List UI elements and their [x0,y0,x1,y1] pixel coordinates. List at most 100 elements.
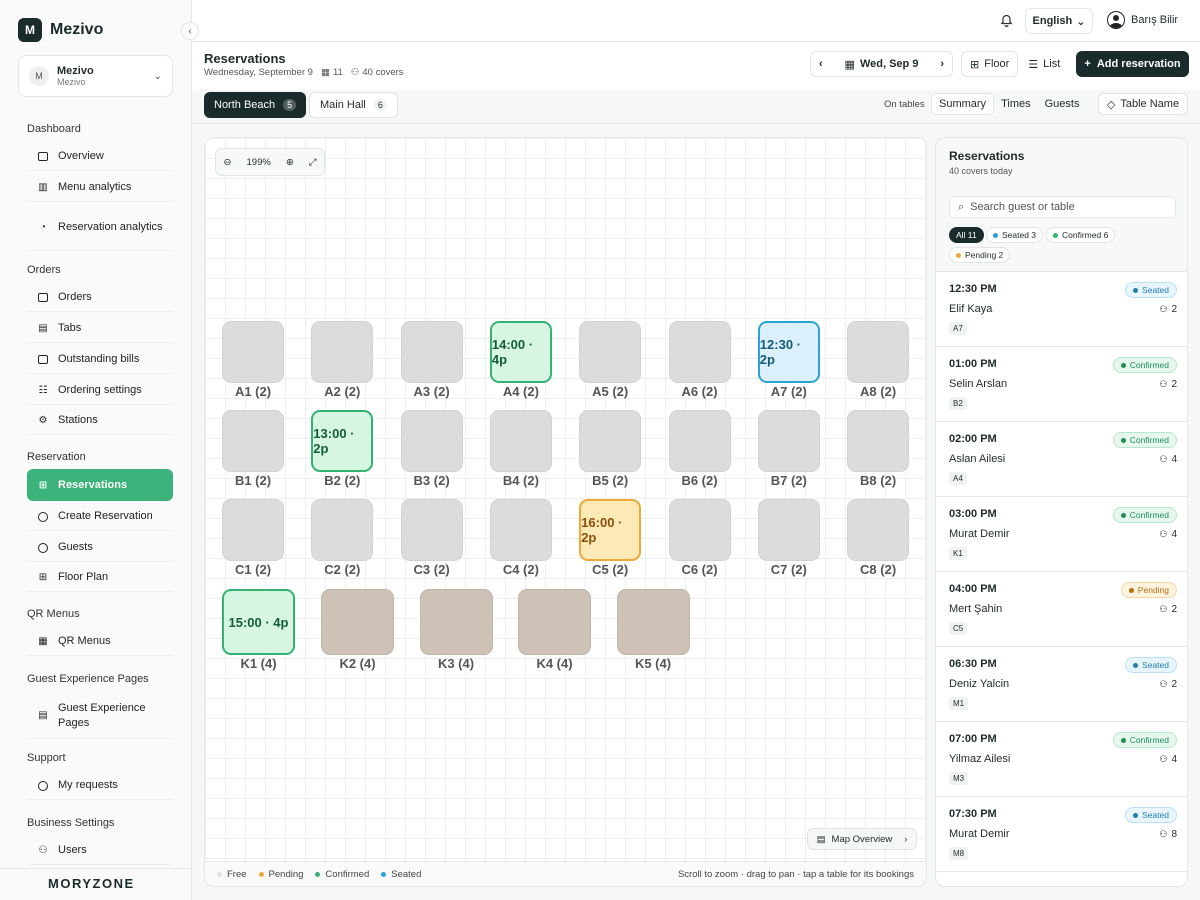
table-a4[interactable]: 14:00 · 4p [489,321,552,383]
nav-icon: ⊞ [38,479,48,491]
map-overview-button[interactable]: ▤ Map Overview › [807,828,917,850]
sidebar: M Mezivo M Mezivo Mezivo ⌄ Dashboard Over… [0,0,192,900]
table-c2[interactable] [311,499,374,561]
table-c7[interactable] [757,499,820,561]
people-icon: ⚇ [350,67,360,78]
table-k3[interactable] [419,589,493,655]
table-b2[interactable]: 13:00 · 2p [311,410,374,472]
mode-times-button[interactable]: Times [994,93,1038,115]
brand[interactable]: M Mezivo [18,18,103,42]
zoom-out-icon[interactable]: ⊖ [224,157,232,168]
tab-label: Main Hall [320,99,366,111]
table-k2[interactable] [321,589,394,655]
table-a8[interactable] [847,321,910,383]
table-booking-text: 12:30 · 2p [759,337,801,367]
filter-chip[interactable]: Confirmed 6 [1046,227,1116,243]
sidebar-item-reservations[interactable]: ⊞ Reservations [27,469,173,501]
zoom-in-icon[interactable]: ⊕ [286,157,294,168]
table-a2[interactable] [311,321,374,383]
table-c5[interactable]: 16:00 · 2p [579,499,642,561]
tab-main-hall[interactable]: Main Hall 6 [309,92,398,118]
sidebar-item-floor-plan[interactable]: ⊞ Floor Plan [27,564,173,592]
reservation-card[interactable]: 03:00 PM Murat Demir K1 Confirmed ⚇ 4 [936,497,1187,572]
panel-subtitle: 40 covers today [949,166,1013,176]
reservation-card[interactable]: 07:30 PM Murat Demir M8 Seated ⚇ 8 [936,797,1187,872]
table-b1[interactable] [222,410,284,472]
sidebar-item-reservation-analytics[interactable]: ◔ Reservation analytics [27,205,173,251]
sidebar-item-ordering-settings[interactable]: ☷ Ordering settings [27,377,173,405]
search-input[interactable]: ⌕ Search guest or table [949,196,1176,218]
reservation-guest: Mert Şahin [949,603,1003,615]
chevron-left-icon[interactable]: ‹ [819,58,823,70]
table-c1[interactable] [222,499,284,561]
sidebar-item-outstanding-bills[interactable]: Outstanding bills [27,346,173,374]
search-placeholder: Search guest or table [970,201,1075,213]
table-a3[interactable] [400,321,463,383]
table-a5[interactable] [579,321,642,383]
legend-label: Free [227,869,247,880]
floor-canvas[interactable]: ⊖ 199% ⊕ ⤢ A1 (2) A2 (2) A3 (2) 14:00 · 4p A… [204,137,927,887]
reservation-card[interactable]: 07:00 PM Yilmaz Ailesi M3 Confirmed ⚇ 4 [936,722,1187,797]
table-name-button[interactable]: ◇ Table Name [1098,93,1188,115]
table-c4[interactable] [489,499,552,561]
filter-chip[interactable]: All 11 [949,227,984,243]
reservation-card[interactable]: 04:00 PM Mert Şahin C5 Pending ⚇ 2 [936,572,1187,647]
table-b5[interactable] [579,410,642,472]
mode-summary-button[interactable]: Summary [931,93,995,115]
add-reservation-button[interactable]: + Add reservation [1076,51,1189,77]
table-b6[interactable] [668,410,731,472]
reservation-card[interactable]: 01:00 PM Selin Arslan B2 Confirmed ⚇ 2 [936,347,1187,422]
table-k1[interactable]: 15:00 · 4p [222,589,295,655]
nav-icon: ▦ [38,636,48,647]
user-name: Barış Bilir [1131,14,1179,26]
reservation-guest: Selin Arslan [949,378,1008,390]
reservation-card[interactable]: 12:30 PM Elif Kaya A7 Seated ⚇ 2 [936,272,1187,347]
table-c3[interactable] [400,499,463,561]
table-a7[interactable]: 12:30 · 2p [757,321,820,383]
reservation-card[interactable]: 02:00 PM Aslan Ailesi A4 Confirmed ⚇ 4 [936,422,1187,497]
sidebar-item-tabs[interactable]: ▤ Tabs [27,315,173,343]
nav-icon: ⊞ [38,572,48,583]
sidebar-item-qr-menus[interactable]: ▦ QR Menus [27,628,173,656]
sidebar-item-my-requests[interactable]: My requests [27,772,173,800]
floor-hint: Scroll to zoom · drag to pan · tap a tab… [677,869,914,880]
filter-chip[interactable]: Pending 2 [949,247,1011,263]
table-label: A1 (2) [234,384,272,399]
tab-north-beach[interactable]: North Beach 5 [204,92,307,118]
sidebar-item-users[interactable]: ⚇ Users [27,837,173,865]
view-floor-button[interactable]: ⊞ Floor [961,51,1019,77]
calendar-icon: ▦ [844,58,855,71]
table-b3[interactable] [400,410,463,472]
table-k5[interactable] [616,589,690,655]
bell-icon[interactable] [1000,13,1014,28]
reservation-card[interactable]: 06:30 PM Deniz Yalcin M1 Seated ⚇ 2 [936,647,1187,722]
sidebar-item-guest-experience-pages[interactable]: ▤ Guest Experience Pages [27,693,173,739]
collapse-sidebar-button[interactable]: ‹ [181,22,199,40]
expand-icon[interactable]: ⤢ [309,157,317,168]
org-switcher[interactable]: M Mezivo Mezivo ⌄ [18,55,173,97]
sidebar-item-create-reservation[interactable]: Create Reservation [27,503,173,531]
table-a6[interactable] [668,321,731,383]
date-picker[interactable]: ▦ Wed, Sep 9 [845,58,919,71]
sidebar-item-overview[interactable]: Overview [27,143,173,171]
mode-guests-button[interactable]: Guests [1038,93,1087,115]
sidebar-item-menu-analytics[interactable]: ▥ Menu analytics [27,174,173,202]
sidebar-item-guests[interactable]: Guests [27,534,173,562]
table-b4[interactable] [489,410,552,472]
sidebar-item-label: Floor Plan [58,571,109,584]
chevron-right-icon[interactable]: › [940,58,944,70]
table-b8[interactable] [847,410,910,472]
sidebar-item-orders[interactable]: Orders [27,284,173,312]
view-list-button[interactable]: ☰ List [1020,51,1068,77]
table-b7[interactable] [757,410,820,472]
filter-chip[interactable]: Seated 3 [986,227,1044,243]
table-c8[interactable] [847,499,910,561]
table-a1[interactable] [222,321,284,383]
reservation-guest: Yilmaz Ailesi [949,753,1011,765]
covers-count: 2 [1171,304,1177,315]
language-select[interactable]: English ⌄ [1025,8,1093,34]
user-menu[interactable]: Barış Bilir [1107,11,1178,29]
table-k4[interactable] [518,589,591,655]
sidebar-item-stations[interactable]: ⚙ Stations [27,407,173,435]
table-c6[interactable] [668,499,731,561]
